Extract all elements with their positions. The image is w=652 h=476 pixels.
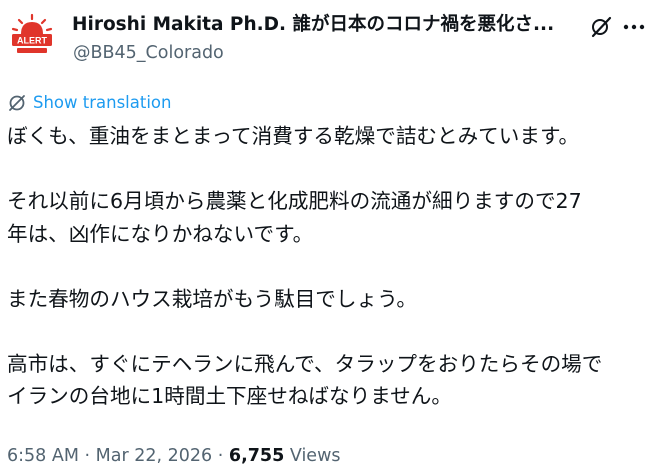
grok-icon[interactable] [588,14,614,40]
globe-icon [7,93,27,113]
post-paragraph: それ以前に6月頃から農薬と化成肥料の流通が細りますので27 年は、凶作になりかね… [7,185,647,250]
meta-separator: · [217,446,224,466]
post-line: 年は、凶作になりかねないです。 [7,221,314,246]
post-line: 高市は、すぐにテヘランに飛んで、タラップをおりたらその場で [7,351,603,376]
post-time: 6:58 AM [7,446,79,466]
meta-separator: · [84,446,91,466]
more-dots-icon[interactable] [622,14,646,40]
author-display-name[interactable]: Hiroshi Makita Ph.D. 誰が日本のコロナ禍を悪化さ... [72,12,572,38]
author-handle[interactable]: @BB45_Colorado [73,41,224,65]
avatar[interactable]: ALERT [6,12,58,64]
views-label: Views [289,446,341,466]
show-translation-label: Show translation [33,93,172,112]
post-meta: 6:58 AM · Mar 22, 2026 · 6,755 Views [7,444,341,468]
alert-siren-logo-icon: ALERT [11,13,53,53]
post-line: ぼくも、重油をまとまって消費する乾燥で詰むとみています。 [7,124,580,148]
post-paragraph: また春物のハウス栽培がもう駄目でしょう。 [7,283,647,316]
post-paragraph: ぼくも、重油をまとまって消費する乾燥で詰むとみています。 [7,120,647,153]
avatar-text: ALERT [17,36,47,46]
post-date: Mar 22, 2026 [95,446,213,466]
post-timestamp-link[interactable]: 6:58 AM · Mar 22, 2026 [7,446,212,466]
post-line: また春物のハウス栽培がもう駄目でしょう。 [7,286,418,311]
post-line: それ以前に6月頃から農薬と化成肥料の流通が細りますので27 [7,189,582,213]
post-line: イランの台地に1時間土下座せねばなりません。 [7,384,452,408]
post-header: ALERT Hiroshi Makita Ph.D. 誰が日本のコロナ禍を悪化さ… [0,0,652,80]
show-translation-link[interactable]: Show translation [7,92,172,114]
post-paragraph: 高市は、すぐにテヘランに飛んで、タラップをおりたらその場で イランの台地に1時間… [7,348,647,413]
views-count: 6,755 [228,446,285,466]
post-body: ぼくも、重油をまとまって消費する乾燥で詰むとみています。 それ以前に6月頃から農… [7,120,647,445]
